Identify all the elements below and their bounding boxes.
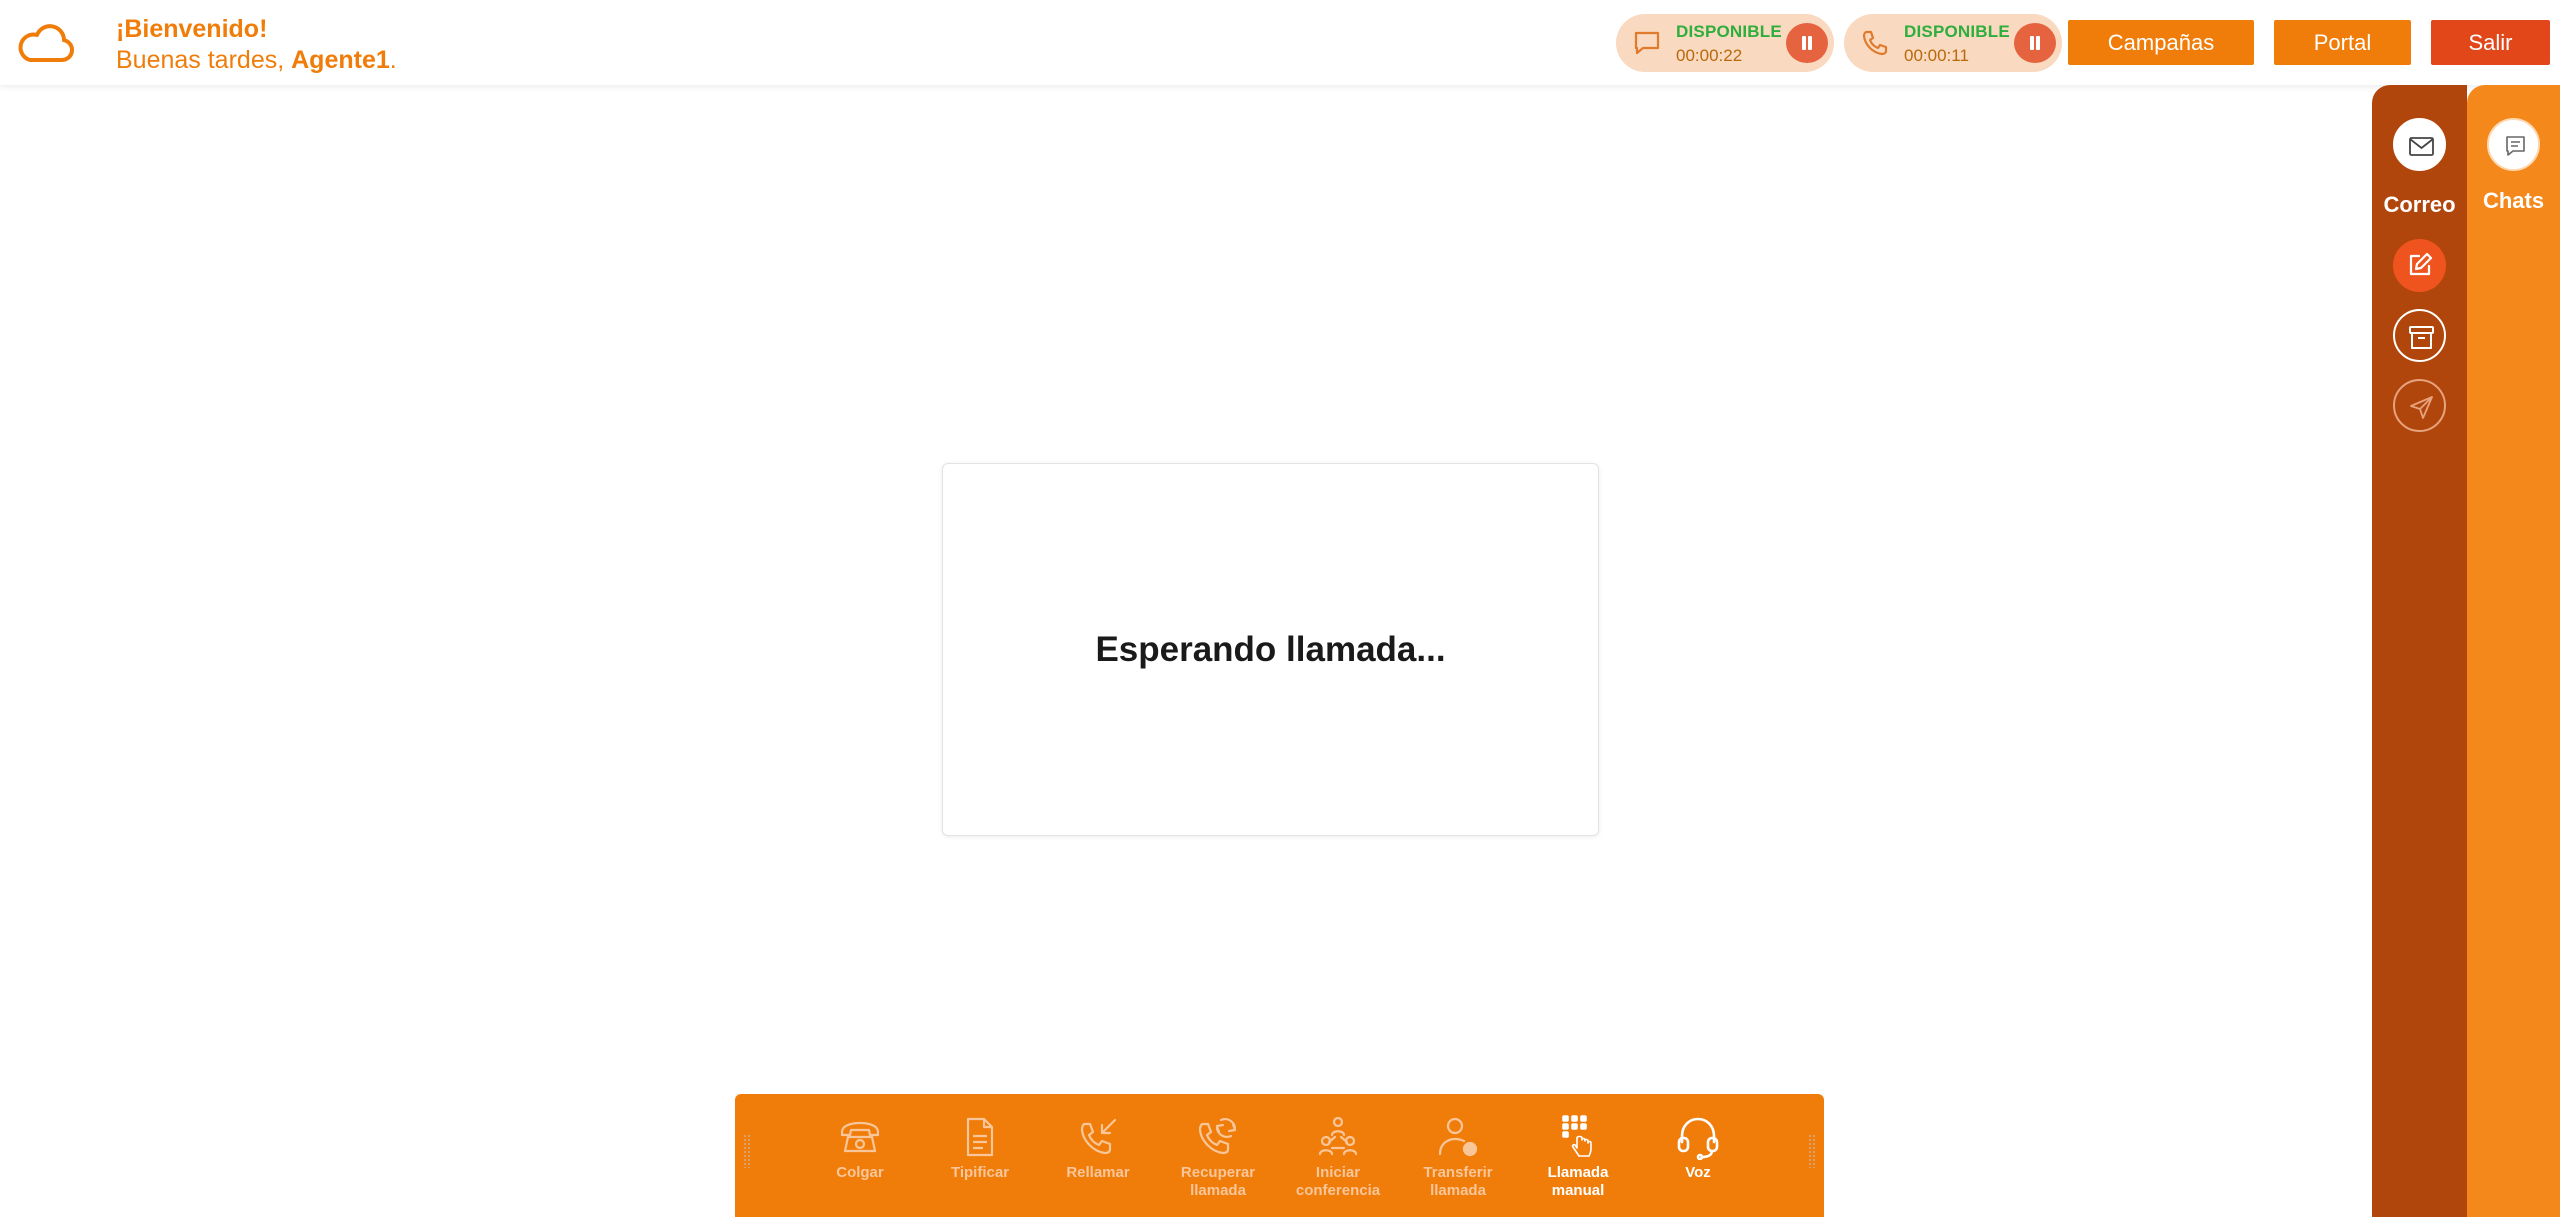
- voice-pause-button[interactable]: [2014, 23, 2056, 63]
- hangup-label: Colgar: [836, 1164, 884, 1181]
- voice-status-text: DISPONIBLE: [1904, 22, 2010, 41]
- voice-status-timer: 00:00:11: [1904, 46, 1969, 65]
- voice-button[interactable]: Voz: [1643, 1114, 1753, 1214]
- tipificar-button[interactable]: Tipificar: [925, 1114, 1035, 1214]
- redial-label: Rellamar: [1066, 1164, 1130, 1181]
- voice-status-pill: DISPONIBLE 00:00:11: [1844, 14, 2062, 72]
- compose-mail-button[interactable]: [2393, 239, 2446, 292]
- dialpad-icon: [1562, 1115, 1592, 1157]
- chat-panel: Chats: [2467, 85, 2560, 1217]
- document-icon: [966, 1117, 994, 1157]
- hangup-button[interactable]: Colgar: [805, 1114, 915, 1214]
- chat-status-text: DISPONIBLE: [1676, 22, 1782, 41]
- greeting-line: Buenas tardes, Agente1.: [116, 44, 397, 76]
- cloud-icon: [18, 24, 74, 62]
- chat-list-icon: [2506, 136, 2525, 156]
- welcome-title: ¡Bienvenido!: [116, 15, 268, 43]
- toolbar-drag-handle-left[interactable]: [743, 1134, 751, 1168]
- waiting-call-text: Esperando llamada...: [1095, 630, 1446, 669]
- manual-call-label: Llamada manual: [1547, 1164, 1609, 1199]
- retrieve-call-label: Recuperar llamada: [1180, 1164, 1256, 1199]
- send-mail-button[interactable]: [2393, 379, 2446, 432]
- send-icon: [2410, 396, 2433, 419]
- campaigns-button[interactable]: Campañas: [2068, 20, 2254, 65]
- toolbar-drag-handle-right[interactable]: [1808, 1134, 1816, 1168]
- mail-panel: Correo: [2372, 85, 2467, 1217]
- conference-label: Iniciar conferencia: [1295, 1164, 1381, 1199]
- portal-button[interactable]: Portal: [2274, 20, 2411, 65]
- chat-bubble-icon: [1634, 31, 1660, 55]
- mail-panel-label: Correo: [2383, 192, 2456, 217]
- transfer-user-icon: [1438, 1117, 1478, 1157]
- phone-icon: [1862, 30, 1888, 56]
- hangup-phone-icon: [840, 1121, 880, 1153]
- headset-icon: [1677, 1117, 1719, 1160]
- transfer-call-label: Transferir llamada: [1423, 1164, 1493, 1199]
- retrieve-call-button[interactable]: Recuperar llamada: [1163, 1114, 1273, 1214]
- chat-status-pill: DISPONIBLE 00:00:22: [1616, 14, 1834, 72]
- greeting-prefix: Buenas tardes,: [116, 46, 285, 74]
- conference-icon: [1318, 1116, 1358, 1156]
- tipificar-label: Tipificar: [950, 1164, 1010, 1181]
- logout-button[interactable]: Salir: [2431, 20, 2550, 65]
- welcome-block: ¡Bienvenido! Buenas tardes, Agente1.: [116, 14, 397, 76]
- conference-button[interactable]: Iniciar conferencia: [1283, 1114, 1393, 1214]
- archive-mail-button[interactable]: [2393, 309, 2446, 362]
- open-chats-button[interactable]: [2487, 118, 2540, 171]
- transfer-call-button[interactable]: Transferir llamada: [1403, 1114, 1513, 1214]
- waiting-call-card: Esperando llamada...: [942, 463, 1599, 836]
- envelope-icon: [2409, 137, 2434, 156]
- chat-panel-label: Chats: [2482, 188, 2545, 213]
- agent-name: Agente1: [291, 46, 390, 74]
- call-toolbar: Colgar Tipificar Rellamar Recuperar llam…: [735, 1094, 1824, 1217]
- greeting-suffix: .: [389, 46, 397, 74]
- open-mail-button[interactable]: [2393, 118, 2446, 171]
- chat-pause-button[interactable]: [1786, 23, 1828, 63]
- retrieve-call-icon: [1198, 1118, 1237, 1155]
- compose-icon: [2409, 252, 2433, 276]
- archive-icon: [2409, 326, 2434, 349]
- voice-label: Voz: [1685, 1164, 1711, 1181]
- redial-button[interactable]: Rellamar: [1043, 1114, 1153, 1214]
- redial-icon: [1080, 1118, 1117, 1155]
- top-header: ¡Bienvenido! Buenas tardes, Agente1. DIS…: [0, 0, 2560, 85]
- manual-call-button[interactable]: Llamada manual: [1523, 1114, 1633, 1214]
- chat-status-timer: 00:00:22: [1676, 46, 1743, 65]
